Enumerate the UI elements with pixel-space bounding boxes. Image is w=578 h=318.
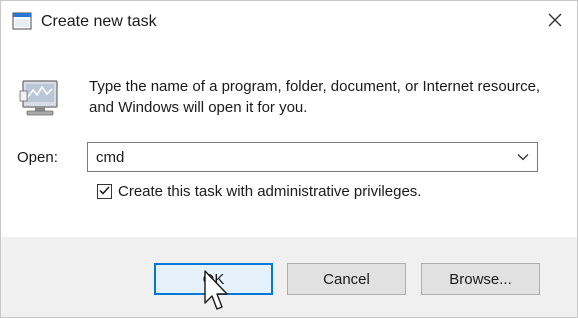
open-combobox[interactable] [87, 142, 538, 172]
cancel-button[interactable]: Cancel [287, 263, 406, 295]
dialog-body: Type the name of a program, folder, docu… [1, 45, 577, 237]
dialog-description: Type the name of a program, folder, docu… [89, 78, 541, 116]
ok-button[interactable]: OK [154, 263, 273, 295]
button-bar: OK Cancel Browse... [1, 237, 577, 317]
run-program-icon [17, 77, 63, 121]
create-new-task-dialog: Create new task Type the name of a progr… [0, 0, 578, 318]
open-label: Open: [17, 149, 58, 166]
browse-button[interactable]: Browse... [421, 263, 540, 295]
title-bar: Create new task [1, 1, 577, 45]
open-dropdown-button[interactable] [513, 147, 533, 167]
admin-privileges-option[interactable]: Create this task with administrative pri… [97, 181, 421, 201]
admin-privileges-label: Create this task with administrative pri… [118, 182, 422, 200]
window-title: Create new task [41, 13, 157, 30]
close-button[interactable] [537, 5, 573, 39]
run-dialog-icon [12, 12, 32, 30]
checkmark-icon [99, 182, 110, 200]
open-input[interactable] [96, 146, 496, 168]
chevron-down-icon [517, 148, 529, 166]
admin-privileges-checkbox[interactable] [97, 182, 112, 200]
close-icon [548, 13, 562, 32]
